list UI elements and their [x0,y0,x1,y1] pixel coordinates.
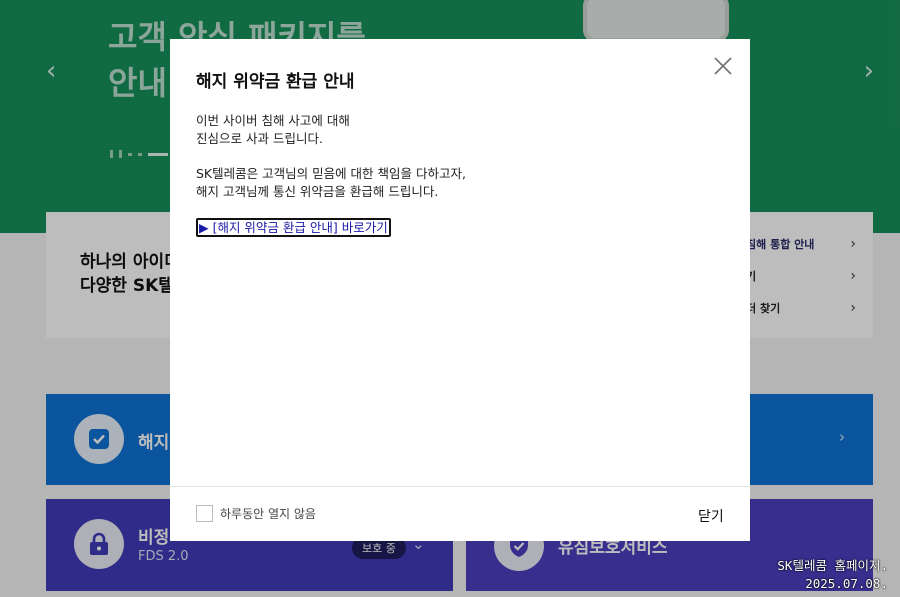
watermark-source: SK텔레콤 홈페이지. [777,558,888,573]
refund-notice-modal: 해지 위약금 환급 안내 이번 사이버 침해 사고에 대해 진심으로 사과 드립… [170,39,750,541]
dismiss-today-label: 하루동안 열지 않음 [220,507,316,521]
modal-body: 이번 사이버 침해 사고에 대해 진심으로 사과 드립니다. SK텔레콤은 고객… [196,112,716,237]
modal-footer: 하루동안 열지 않음 닫기 [170,486,750,541]
apology-line-1: 이번 사이버 침해 사고에 대해 [196,113,350,128]
refund-line-2: 해지 고객님께 통신 위약금을 환급해 드립니다. [196,184,439,199]
dismiss-today-checkbox[interactable] [196,505,213,522]
refund-line-1: SK텔레콤은 고객님의 믿음에 대한 책임을 다하고자, [196,166,466,181]
close-icon[interactable] [712,55,734,77]
screenshot-watermark: SK텔레콤 홈페이지. 2025.07.08. [777,557,888,593]
apology-paragraph: 이번 사이버 침해 사고에 대해 진심으로 사과 드립니다. [196,112,716,148]
dismiss-today-toggle[interactable]: 하루동안 열지 않음 [196,505,316,522]
close-button[interactable]: 닫기 [698,506,724,526]
apology-line-2: 진심으로 사과 드립니다. [196,131,323,146]
refund-info-link[interactable]: ▶ [해지 위약금 환급 안내] 바로가기 [196,218,391,237]
watermark-date: 2025.07.08. [805,576,888,591]
refund-paragraph: SK텔레콤은 고객님의 믿음에 대한 책임을 다하고자, 해지 고객님께 통신 … [196,165,716,201]
modal-title: 해지 위약금 환급 안내 [196,72,355,92]
